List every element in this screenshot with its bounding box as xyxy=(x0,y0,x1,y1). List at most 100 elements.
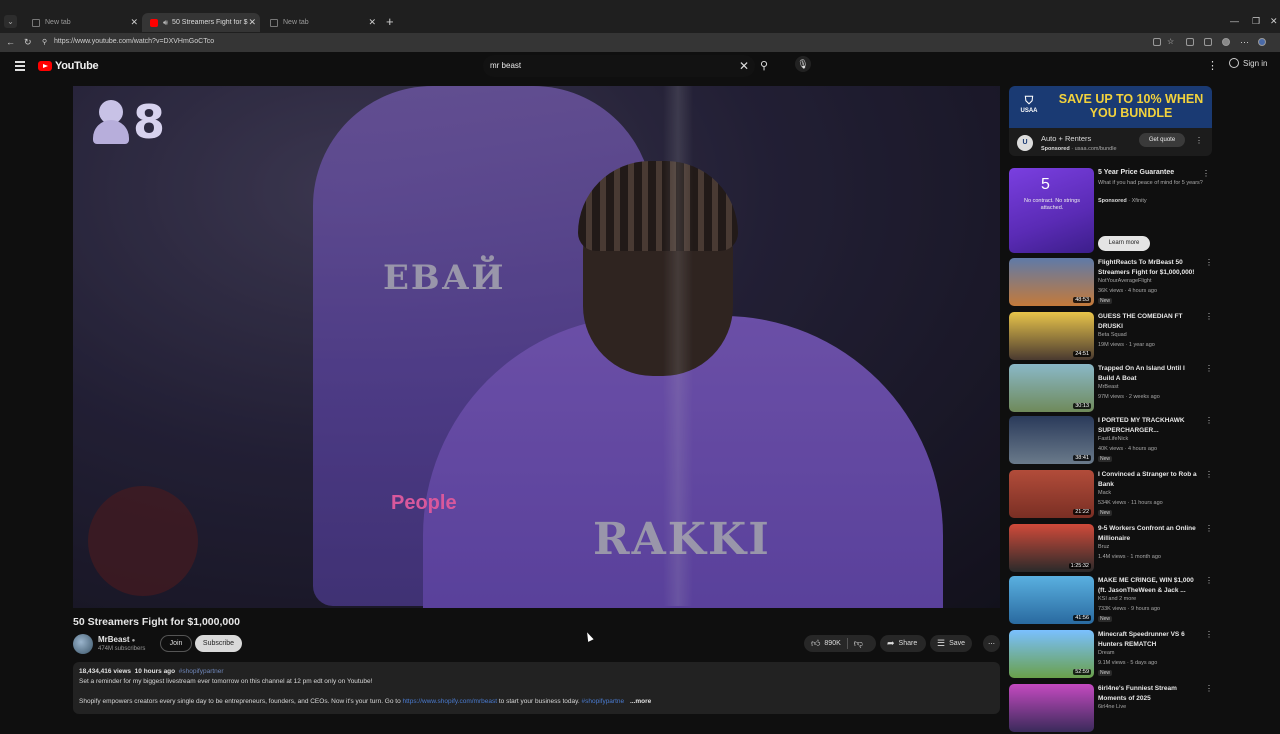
back-arrow-icon[interactable]: ← xyxy=(6,37,15,47)
bookmark-star-icon[interactable]: ☆ xyxy=(1167,37,1174,46)
show-more-link[interactable]: ...more xyxy=(630,698,651,705)
minimize-icon[interactable]: — xyxy=(1230,16,1239,26)
extension-icon[interactable] xyxy=(1186,38,1194,46)
browser-tab-3[interactable]: New tab ✕ xyxy=(262,13,380,32)
video-more-icon[interactable]: ⋮ xyxy=(1205,416,1213,425)
clear-search-icon[interactable]: ✕ xyxy=(739,59,749,73)
channel-name[interactable]: KSI and 2 more xyxy=(1098,596,1136,602)
extension-icon[interactable] xyxy=(1204,38,1212,46)
more-options-icon[interactable]: ⋮ xyxy=(1207,59,1218,72)
ad-more-icon[interactable]: ⋮ xyxy=(1195,136,1203,145)
recommended-video[interactable]: 21:22 I Convinced a Stranger to Rob a Ban… xyxy=(1009,470,1219,520)
video-title[interactable]: GUESS THE COMEDIAN FT DRUSKI xyxy=(1098,312,1202,331)
video-more-icon[interactable]: ⋮ xyxy=(1205,470,1213,479)
reload-icon[interactable]: ↻ xyxy=(24,37,32,48)
browser-tab-2[interactable]: 🔊︎ 50 Streamers Fight for $1,000,000 ✕ xyxy=(142,13,260,32)
channel-name[interactable]: Mack xyxy=(1098,490,1111,496)
xfinity-ad-title[interactable]: 5 Year Price Guarantee xyxy=(1098,169,1198,176)
channel-name[interactable]: 6irl4ne Live xyxy=(1098,704,1126,710)
more-actions-icon[interactable]: ⋯ xyxy=(983,635,1000,652)
video-title[interactable]: FlightReacts To MrBeast 50 Streamers Fig… xyxy=(1098,258,1202,277)
channel-name[interactable]: Beta Squad xyxy=(1098,332,1127,338)
tab-list-chevron-icon[interactable]: ⌄ xyxy=(4,15,17,28)
hashtag-link[interactable]: #shopifypartne xyxy=(581,698,624,705)
url-field[interactable]: https://www.youtube.com/watch?v=DXVHmGoC… xyxy=(54,38,214,45)
video-title[interactable]: I Convinced a Stranger to Rob a Bank xyxy=(1098,470,1202,489)
learn-more-button[interactable]: Learn more xyxy=(1098,236,1150,251)
video-thumbnail[interactable]: 1:25:32 xyxy=(1009,524,1094,572)
close-icon[interactable]: ✕ xyxy=(368,17,376,28)
save-button[interactable]: ☰ Save xyxy=(930,635,972,652)
video-title[interactable]: Minecraft Speedrunner VS 6 Hunters REMAT… xyxy=(1098,630,1202,649)
recommended-video[interactable]: 52:59 Minecraft Speedrunner VS 6 Hunters … xyxy=(1009,630,1219,680)
thumbs-down-icon[interactable]: 👎︎ xyxy=(854,638,863,649)
video-player[interactable]: ЕВАЙ RAKKI 8 People xyxy=(73,86,1000,608)
hashtag-link[interactable]: #shopifypartner xyxy=(179,668,224,675)
copilot-icon[interactable] xyxy=(1258,38,1266,46)
channel-name-row[interactable]: MrBeast ● xyxy=(98,635,135,644)
xfinity-ad-thumbnail[interactable]: 5 No contract. No strings attached. xyxy=(1009,168,1094,253)
close-icon[interactable]: ✕ xyxy=(130,17,138,28)
video-thumbnail[interactable]: 52:59 xyxy=(1009,630,1094,678)
channel-avatar[interactable] xyxy=(73,634,93,654)
video-thumbnail[interactable] xyxy=(1009,684,1094,732)
microphone-icon[interactable]: 🎙︎ xyxy=(795,56,811,72)
youtube-logo[interactable]: YouTube xyxy=(38,60,99,72)
speaker-icon[interactable]: 🔊︎ xyxy=(163,18,168,28)
browser-tab-1[interactable]: New tab ✕ xyxy=(24,13,142,32)
channel-name[interactable]: FastLifeNick xyxy=(1098,436,1128,442)
video-more-icon[interactable]: ⋮ xyxy=(1205,684,1213,693)
browser-menu-icon[interactable]: ⋯ xyxy=(1240,37,1249,48)
video-more-icon[interactable]: ⋮ xyxy=(1205,524,1213,533)
channel-name[interactable]: NotYourAverageFlight xyxy=(1098,278,1152,284)
usaa-ad-banner[interactable]: ⛉ USAA SAVE UP TO 10% WHEN YOU BUNDLE xyxy=(1009,86,1212,128)
hamburger-menu-icon[interactable] xyxy=(15,61,25,73)
recommended-video[interactable]: 6irl4ne's Funniest Stream Moments of 202… xyxy=(1009,684,1219,734)
thumbs-up-icon[interactable]: 👍︎ xyxy=(811,638,820,649)
recommended-video[interactable]: 38:41 I PORTED MY TRACKHAWK SUPERCHARGER.… xyxy=(1009,416,1219,466)
video-more-icon[interactable]: ⋮ xyxy=(1205,364,1213,373)
video-thumbnail[interactable]: 38:41 xyxy=(1009,416,1094,464)
site-info-icon[interactable]: ⚲ xyxy=(42,38,47,46)
join-button[interactable]: Join xyxy=(160,635,192,652)
search-icon[interactable]: ⚲ xyxy=(760,59,768,72)
video-title[interactable]: Trapped On An Island Until I Build A Boa… xyxy=(1098,364,1202,383)
shopify-link[interactable]: https://www.shopify.com/mrbeast xyxy=(403,698,498,705)
video-more-icon[interactable]: ⋮ xyxy=(1205,312,1213,321)
extension-icon[interactable] xyxy=(1153,38,1161,46)
sign-in-button[interactable]: Sign in xyxy=(1229,58,1267,68)
video-thumbnail[interactable]: 21:22 xyxy=(1009,470,1094,518)
subscribe-button[interactable]: Subscribe xyxy=(195,635,242,652)
share-button[interactable]: ➦ Share xyxy=(880,635,926,652)
description-box[interactable]: 18,434,416 views 10 hours ago #shopifypa… xyxy=(73,662,1000,714)
recommended-video[interactable]: 41:56 MAKE ME CRINGE, WIN $1,000 (ft. Jas… xyxy=(1009,576,1219,626)
recommended-video[interactable]: 24:51 GUESS THE COMEDIAN FT DRUSKI Beta Sq… xyxy=(1009,312,1219,362)
like-count[interactable]: 890K xyxy=(824,640,840,647)
get-quote-button[interactable]: Get quote xyxy=(1139,133,1185,147)
channel-name[interactable]: Dream xyxy=(1098,650,1115,656)
video-thumbnail[interactable]: 30:13 xyxy=(1009,364,1094,412)
video-more-icon[interactable]: ⋮ xyxy=(1205,630,1213,639)
close-icon[interactable]: ✕ xyxy=(248,17,256,28)
video-thumbnail[interactable]: 24:51 xyxy=(1009,312,1094,360)
recommended-video[interactable]: 1:25:32 9-5 Workers Confront an Online Mi… xyxy=(1009,524,1219,574)
video-title[interactable]: I PORTED MY TRACKHAWK SUPERCHARGER... xyxy=(1098,416,1202,435)
video-title[interactable]: 6irl4ne's Funniest Stream Moments of 202… xyxy=(1098,684,1202,703)
ad-more-icon[interactable]: ⋮ xyxy=(1202,169,1210,178)
channel-name[interactable]: MrBeast xyxy=(1098,384,1118,390)
video-title[interactable]: MAKE ME CRINGE, WIN $1,000 (ft. JasonThe… xyxy=(1098,576,1202,595)
profile-icon[interactable] xyxy=(1222,38,1230,46)
video-more-icon[interactable]: ⋮ xyxy=(1205,576,1213,585)
video-more-icon[interactable]: ⋮ xyxy=(1205,258,1213,267)
recommended-video[interactable]: 48:53 FlightReacts To MrBeast 50 Streamer… xyxy=(1009,258,1219,308)
usaa-ad-info[interactable]: U Auto + Renters Sponsored · usaa.com/bu… xyxy=(1009,128,1212,156)
video-thumbnail[interactable]: 48:53 xyxy=(1009,258,1094,306)
maximize-icon[interactable]: ❐ xyxy=(1252,16,1260,27)
window-close-icon[interactable]: ✕ xyxy=(1270,16,1278,27)
channel-name[interactable]: Bruz xyxy=(1098,544,1109,550)
new-tab-plus-icon[interactable]: + xyxy=(386,14,394,29)
video-title[interactable]: 9-5 Workers Confront an Online Millionai… xyxy=(1098,524,1202,543)
search-input[interactable]: mr beast ✕ xyxy=(483,55,755,77)
video-thumbnail[interactable]: 41:56 xyxy=(1009,576,1094,624)
recommended-video[interactable]: 30:13 Trapped On An Island Until I Build … xyxy=(1009,364,1219,414)
